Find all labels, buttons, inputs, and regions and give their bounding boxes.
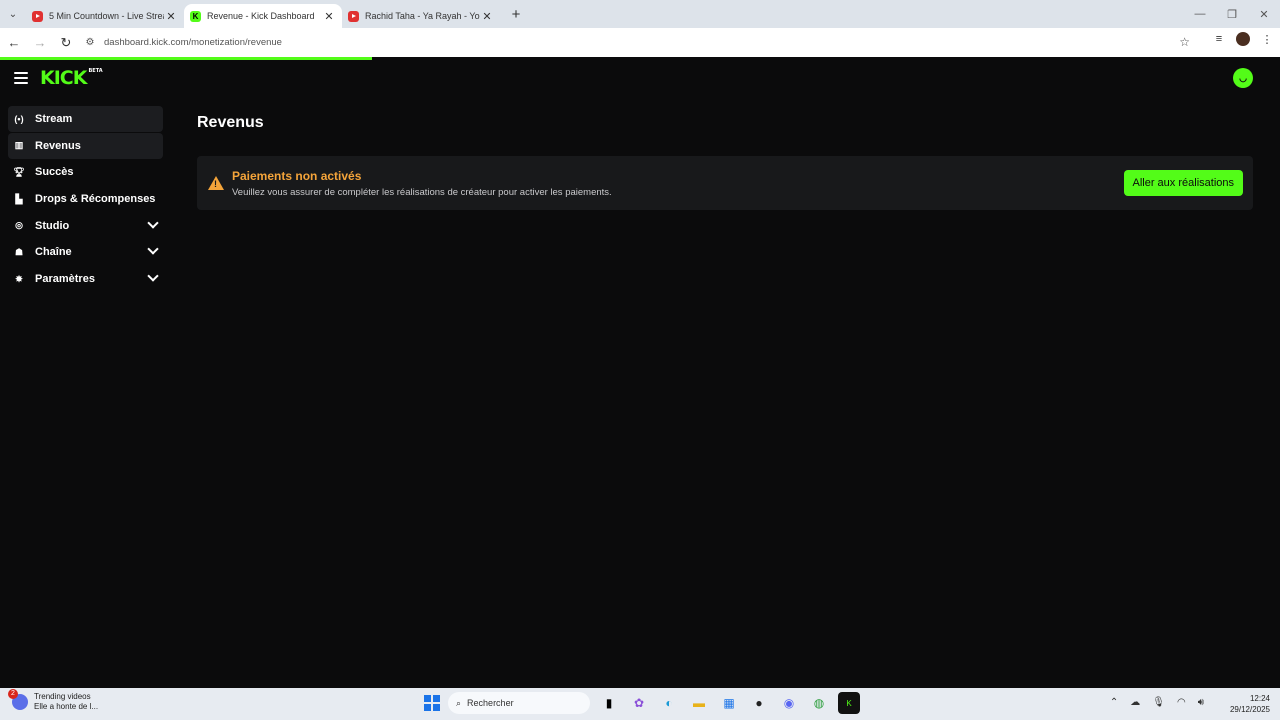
taskbar: 2 Trending videos Elle a honte de l... ⌕… [0,688,1280,720]
clock-time: 12:24 [1249,694,1270,703]
go-to-achievements-button[interactable]: Aller aux réalisations [1123,170,1243,196]
notification-badge: 2 [8,689,18,699]
tab-title: 5 Min Countdown - Live Stream [49,11,164,21]
studio-icon: ◎ [15,220,23,231]
chevron-up-icon[interactable]: ⌃ [1110,697,1118,708]
tab-close-icon[interactable]: ✕ [322,10,336,23]
clock-date: 29/12/2025 [1229,705,1270,714]
bookmark-star-icon[interactable]: ☆ [1179,35,1190,49]
volume-icon[interactable]: 🔊︎ [1198,697,1204,708]
cloud-icon[interactable]: ☁ [1130,697,1140,708]
sidebar: (•) Stream ▥ Revenus 🏆︎ Succès ▙ Drops &… [8,106,163,293]
gift-icon: ▙ [15,193,23,204]
payments-alert: Paiements non activés Veuillez vous assu… [197,156,1253,210]
file-explorer-icon[interactable]: ▬ [688,692,710,714]
hamburger-menu-icon[interactable] [14,71,28,85]
search-icon: ⌕ [456,697,462,708]
sidebar-item-label: Stream [35,113,73,125]
gear-icon: ✸ [15,273,23,284]
user-avatar[interactable]: ◡ [1233,68,1253,88]
sidebar-item-stream[interactable]: (•) Stream [8,106,163,132]
news-widget[interactable]: 2 Trending videos Elle a honte de l... [8,689,99,712]
forward-icon[interactable]: → [28,31,52,55]
sidebar-item-drops[interactable]: ▙ Drops & Récompenses [8,186,163,212]
logo-badge: BETA [88,68,103,74]
browser-tab-active[interactable]: K Revenue - Kick Dashboard ✕ [184,4,342,28]
minimize-icon[interactable]: — [1184,0,1216,28]
sidebar-item-succes[interactable]: 🏆︎ Succès [8,159,163,185]
youtube-icon [32,10,43,22]
chevron-down-icon[interactable] [147,217,159,229]
tab-search-icon[interactable]: ≡ [1212,33,1226,45]
chrome-icon[interactable]: ◍ [808,692,830,714]
system-tray: ⌃ ☁ 🎙︎ ◠ 🔊︎ [1110,697,1204,708]
sidebar-item-studio[interactable]: ◎ Studio [8,213,163,239]
windows-start-icon[interactable] [424,695,440,711]
window-controls: — ❐ ✕ [1184,0,1280,28]
kick-app-icon[interactable]: K [838,692,860,714]
address-bar: ← → ↻ ⚙ dashboard.kick.com/monetization/… [0,28,1280,57]
sidebar-item-label: Studio [35,219,70,232]
sidebar-item-label: Paramètres [35,273,95,286]
tab-search-chevron-icon[interactable]: ⌄ [0,0,26,28]
copilot-icon[interactable]: ✿ [628,692,650,714]
sidebar-item-label: Drops & Récompenses [35,193,156,206]
users-icon: ☗ [14,246,24,257]
widget-subtitle: Elle a honte de l... [34,702,99,711]
new-tab-button[interactable]: + [508,6,524,23]
tab-title: Rachid Taha - Ya Rayah - YouTube [365,11,480,21]
logo-text: KICK [40,67,87,89]
alert-title: Paiements non activés [232,169,362,183]
browser-menu-icon[interactable]: ⋮ [1260,33,1274,46]
kick-dashboard: KICK BETA ◡ (•) Stream ▥ Revenus 🏆︎ Succè… [0,60,1280,688]
youtube-icon [348,10,359,22]
back-icon[interactable]: ← [2,31,26,55]
sidebar-item-chaine[interactable]: ☗ Chaîne [8,239,163,265]
broadcast-icon: (•) [14,114,24,124]
clock[interactable]: 12:24 29/12/2025 [1230,693,1270,715]
store-icon[interactable]: ▦ [718,692,740,714]
chevron-down-icon[interactable] [147,243,159,256]
alert-description: Veuillez vous assurer de compléter les r… [232,187,612,198]
tab-close-icon[interactable]: ✕ [164,10,178,23]
trophy-icon: 🏆︎ [13,166,25,177]
omnibox[interactable]: ⚙ dashboard.kick.com/monetization/revenu… [80,31,1200,53]
microphone-icon[interactable]: 🎙︎ [1152,697,1165,708]
chevron-down-icon[interactable] [147,270,159,282]
site-info-icon[interactable]: ⚙ [80,37,100,48]
browser-tab-bar: ⌄ 5 Min Countdown - Live Stream ✕ K Reve… [0,0,1280,28]
sidebar-item-label: Revenus [35,139,81,152]
task-view-icon[interactable]: ▮ [598,692,620,714]
url-text[interactable]: dashboard.kick.com/monetization/revenue [104,37,282,48]
search-placeholder: Rechercher [467,698,514,708]
profile-avatar[interactable] [1236,32,1250,46]
widget-icon: 2 [8,689,28,710]
sidebar-item-label: Chaîne [35,246,72,259]
chart-icon: ▥ [14,140,24,151]
kick-icon: K [190,10,201,22]
discord-icon[interactable]: ◉ [778,692,800,714]
tab-title: Revenue - Kick Dashboard [207,11,315,21]
wifi-icon[interactable]: ◠ [1177,697,1186,708]
browser-tab[interactable]: Rachid Taha - Ya Rayah - YouTube ✕ [342,4,500,28]
reload-icon[interactable]: ↻ [54,31,78,55]
maximize-icon[interactable]: ❐ [1216,0,1248,28]
close-window-icon[interactable]: ✕ [1248,0,1280,28]
widget-title: Trending videos [34,692,91,701]
warning-icon [208,176,224,190]
sidebar-item-revenus[interactable]: ▥ Revenus [8,132,163,159]
edge-icon[interactable]: ◐ [658,692,680,714]
sidebar-item-label: Succès [35,166,74,179]
browser-tab[interactable]: 5 Min Countdown - Live Stream ✕ [26,4,184,28]
app-icon[interactable]: ● [748,692,770,714]
tab-close-icon[interactable]: ✕ [480,10,494,23]
kick-logo[interactable]: KICK BETA [40,67,103,89]
taskbar-search[interactable]: ⌕ Rechercher [448,692,590,714]
sidebar-item-parametres[interactable]: ✸ Paramètres [8,266,163,292]
page-title: Revenus [197,114,264,131]
